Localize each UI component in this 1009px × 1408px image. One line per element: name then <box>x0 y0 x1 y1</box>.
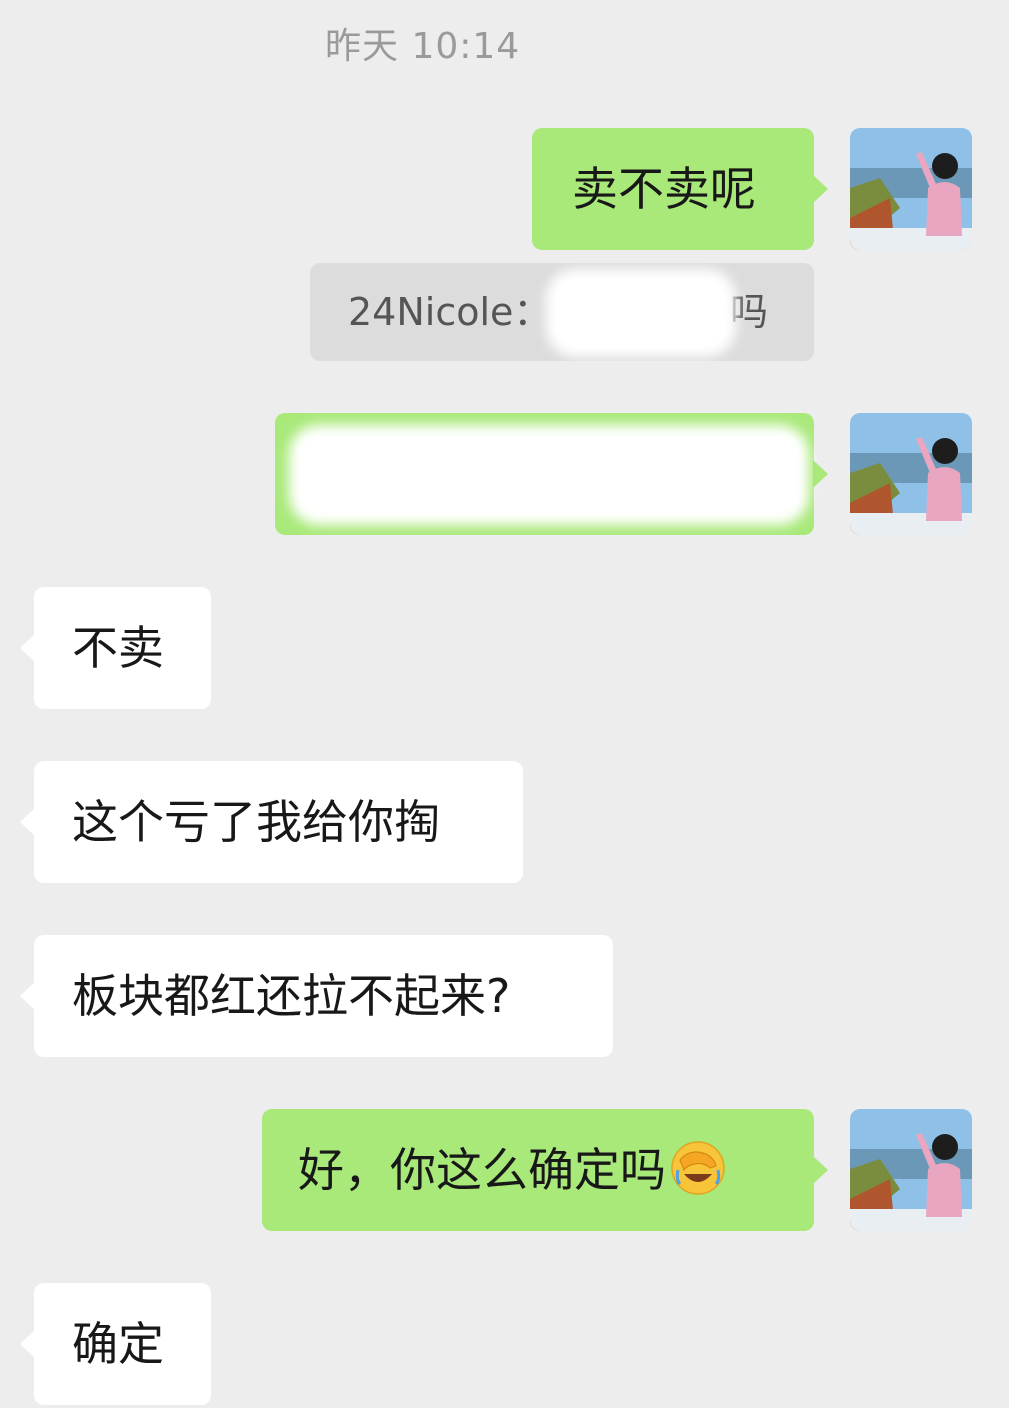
avatar-photo-icon <box>850 1109 972 1231</box>
message-bubble-received[interactable]: 确定 <box>20 1283 211 1405</box>
redaction-blur <box>546 269 736 357</box>
message-text: 确定 <box>72 1317 164 1371</box>
avatar[interactable] <box>850 128 972 250</box>
timestamp: 昨天 10:14 <box>325 26 521 67</box>
avatar[interactable] <box>850 1109 972 1231</box>
quoted-message[interactable]: 24Nicole： 吗 <box>310 263 814 361</box>
message-bubble-sent[interactable]: 卖不卖呢 <box>532 128 828 250</box>
message-text: 卖不卖呢 <box>572 162 756 216</box>
message-text: 好，你这么确定吗 <box>298 1143 666 1197</box>
avatar-photo-icon <box>850 128 972 250</box>
quote-sender: 24Nicole： <box>348 290 552 334</box>
message-text: 不卖 <box>72 621 164 675</box>
avatar-photo-icon <box>850 413 972 535</box>
avatar[interactable] <box>850 413 972 535</box>
face-with-hand-over-eyes-laughing-emoji <box>671 1141 725 1195</box>
message-bubble-received[interactable]: 不卖 <box>20 587 211 709</box>
message-text: 板块都红还拉不起来? <box>72 969 511 1023</box>
message-bubble-sent[interactable]: 好，你这么确定吗 <box>262 1109 828 1231</box>
chat-window: 昨天 10:14 卖不卖呢 24Nicole： 吗 不卖 这个亏了我给你掏 板块… <box>0 0 1009 1408</box>
redaction-blur <box>289 425 809 525</box>
message-bubble-received[interactable]: 板块都红还拉不起来? <box>20 935 613 1057</box>
message-text: 这个亏了我给你掏 <box>72 795 440 849</box>
message-bubble-received[interactable]: 这个亏了我给你掏 <box>20 761 523 883</box>
message-bubble-sent-redacted[interactable] <box>275 413 828 535</box>
